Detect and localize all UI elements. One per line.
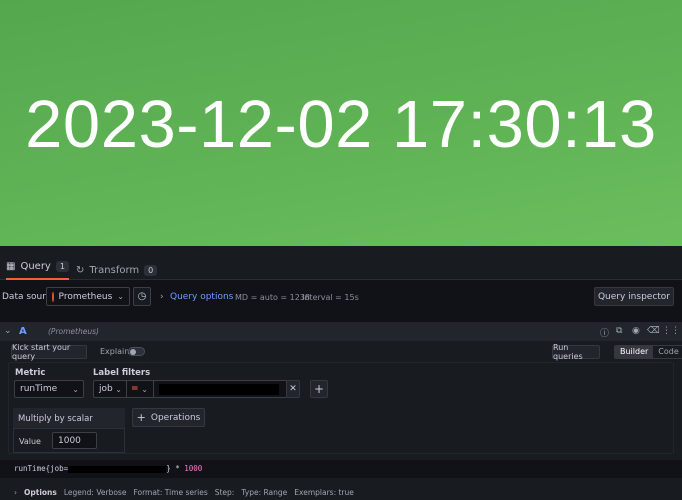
mode-code[interactable]: Code [653, 346, 682, 358]
tab-query-count: 1 [55, 261, 69, 272]
max-data-points: MD = auto = 1238 [235, 293, 311, 302]
datasource-selected: Prometheus [58, 291, 113, 302]
chevron-down-icon: ⌄ [141, 384, 148, 394]
database-icon: ▦ [6, 261, 16, 272]
query-preview-suffix: } * [166, 464, 185, 473]
metric-title: Metric [15, 368, 46, 378]
query-ref-id[interactable]: A [19, 326, 27, 337]
interval-text: Interval = 15s [302, 293, 359, 302]
explain-toggle[interactable] [128, 347, 145, 356]
chevron-right-icon: › [14, 487, 17, 497]
plus-icon: + [313, 382, 325, 396]
query-preview-redacted [68, 465, 167, 473]
options-type: Type: Range [241, 487, 288, 497]
query-preview: runTime{job= } * 1000 [14, 464, 202, 473]
remove-filter-button[interactable]: ✕ [286, 380, 300, 398]
plus-icon: + [136, 411, 146, 424]
query-help-icon[interactable]: ⓘ [600, 326, 609, 339]
tab-transform-count: 0 [144, 264, 158, 276]
query-preview-number: 1000 [184, 464, 203, 473]
label-value-select[interactable] [153, 380, 287, 398]
operation-card-title: Multiply by scalar [18, 414, 93, 424]
tab-query-label: Query [20, 261, 51, 272]
query-datasource-name: (Prometheus) [48, 327, 99, 336]
prometheus-icon [52, 291, 54, 302]
query-header [0, 322, 682, 341]
query-preview-prefix: runTime{job= [14, 464, 69, 473]
options-format: Format: Time series [133, 487, 208, 497]
chevron-down-icon: ⌄ [115, 384, 122, 394]
operation-value-label: Value [19, 437, 41, 446]
query-inspector-button[interactable]: Query inspector [594, 287, 674, 306]
options-exemplars: Exemplars: true [294, 487, 354, 497]
operations-button[interactable]: + Operations [132, 408, 205, 427]
collapse-chevron-icon[interactable]: ⌄ [4, 326, 12, 336]
datasource-picker[interactable]: Prometheus ⌄ [46, 287, 130, 306]
kick-start-button[interactable]: Kick start your query [11, 343, 87, 361]
metric-value: runTime [20, 384, 58, 394]
label-key: job [99, 384, 113, 394]
tab-query[interactable]: ▦ Query 1 [6, 260, 69, 280]
transform-icon: ↻ [76, 264, 85, 276]
options-step: Step: [214, 487, 235, 497]
hide-query-icon[interactable]: ◉ [632, 326, 640, 336]
options-legend: Legend: Verbose [63, 487, 127, 497]
run-queries-button[interactable]: Run queries [552, 343, 600, 361]
redacted-label-value [159, 383, 279, 395]
close-icon: ✕ [289, 384, 297, 394]
chevron-right-icon[interactable]: › [160, 292, 164, 302]
query-options-row[interactable]: › Options Legend: Verbose Format: Time s… [0, 484, 682, 500]
datasource-help-button[interactable]: ◷ [133, 287, 151, 306]
drag-handle-icon[interactable]: ⋮⋮ [662, 326, 680, 336]
label-key-select[interactable]: job ⌄ [93, 380, 127, 398]
query-options-link[interactable]: Query options [170, 292, 233, 302]
add-filter-button[interactable]: + [310, 380, 328, 398]
clock-icon: ◷ [137, 291, 147, 302]
mode-builder[interactable]: Builder [615, 346, 654, 358]
tab-transform[interactable]: ↻ Transform 0 [76, 260, 158, 280]
explain-label: Explain [100, 347, 130, 356]
label-operator-select[interactable]: = ⌄ [126, 380, 154, 398]
label-operator: = [131, 384, 139, 394]
editor-mode-switch: Builder Code [614, 345, 682, 359]
label-filters-title: Label filters [93, 368, 151, 378]
duplicate-query-icon[interactable]: ⧉ [616, 326, 622, 336]
panel-time-value: 2023-12-02 17:30:13 [25, 87, 657, 162]
operations-label: Operations [150, 412, 201, 423]
chevron-down-icon: ⌄ [117, 292, 124, 301]
metric-select[interactable]: runTime ⌄ [14, 380, 84, 398]
delete-query-icon[interactable]: ⌫ [647, 326, 660, 336]
options-head: Options [24, 487, 57, 497]
stat-panel: 2023-12-02 17:30:13 [0, 0, 682, 246]
chevron-down-icon: ⌄ [72, 384, 79, 394]
operation-value-input[interactable]: 1000 [52, 432, 97, 449]
tab-transform-label: Transform [89, 264, 140, 276]
editor-tabs: ▦ Query 1 ↻ Transform 0 [0, 252, 682, 280]
